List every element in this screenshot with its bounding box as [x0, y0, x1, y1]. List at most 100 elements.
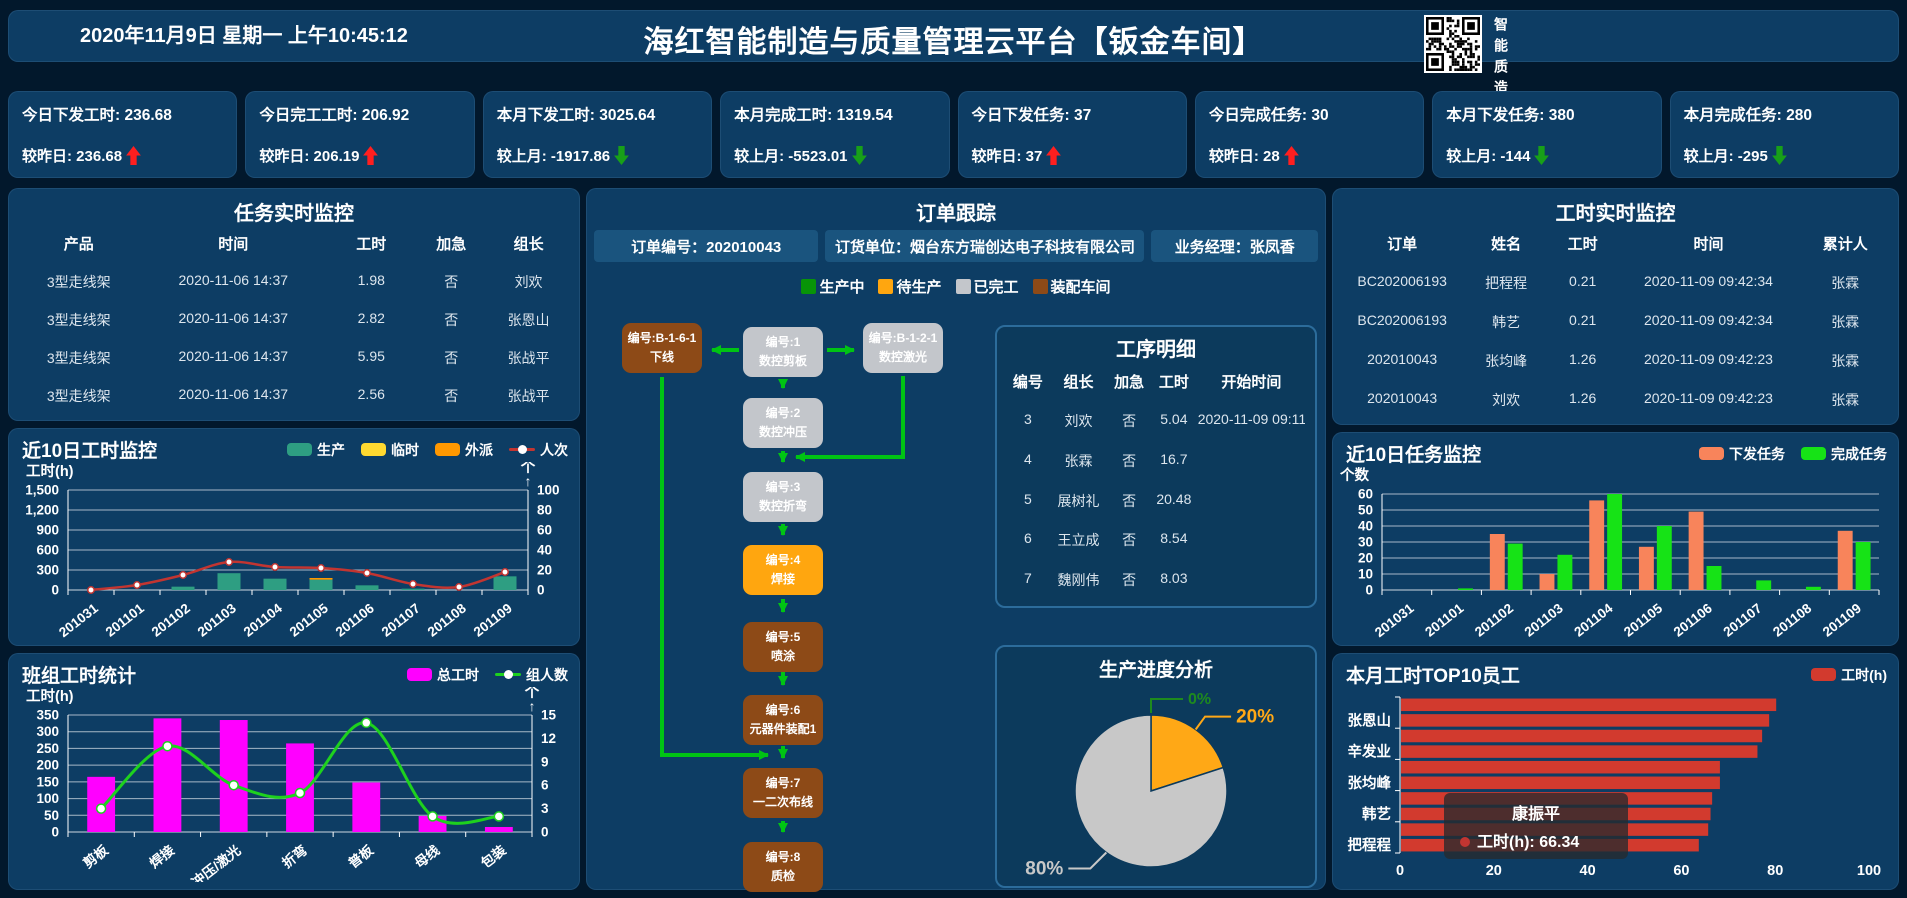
legend-item: 生产中 — [801, 276, 864, 297]
svg-text:40: 40 — [1358, 519, 1373, 534]
legend-item: 人次 — [509, 440, 568, 460]
legend-item: 工时(h) — [1811, 665, 1887, 685]
panel-title: 工序明细 — [997, 333, 1315, 362]
svg-text:20: 20 — [1486, 863, 1502, 879]
legend-item: 组人数 — [495, 665, 568, 685]
svg-text:350: 350 — [36, 708, 59, 723]
svg-text:201101: 201101 — [103, 600, 148, 638]
table-row: 3刘欢否5.042020-11-09 09:11 — [1007, 411, 1305, 431]
svg-text:↑: ↑ — [529, 698, 536, 714]
svg-text:80: 80 — [537, 503, 552, 518]
qr-code — [1424, 15, 1482, 73]
svg-text:20: 20 — [537, 563, 552, 578]
hours10-chart[interactable]: 03006009001,2001,50002040608010020103120… — [12, 462, 576, 638]
kpi-value: 本月下发任务: 380 — [1446, 103, 1647, 125]
svg-text:201106: 201106 — [1671, 600, 1716, 638]
chart-tooltip: 康振平 工时(h): 66.34 — [1444, 793, 1628, 859]
legend-item: 装配车间 — [1033, 276, 1111, 297]
kpi-card: 本月下发工时: 3025.64 较上月: -1917.86 — [483, 91, 712, 178]
svg-text:201031: 201031 — [1372, 600, 1417, 638]
dashboard-root: 2020年11月9日 星期一 上午10:45:12 海红智能制造与质量管理云平台… — [0, 0, 1907, 898]
legend-item: 外派 — [435, 440, 493, 460]
table-row: 4张霖否16.7 — [1007, 451, 1305, 471]
panel-hours-monitor: 工时实时监控 订单姓名工时时间累计人BC202006193把程程0.212020… — [1332, 188, 1899, 425]
svg-text:60: 60 — [1673, 863, 1689, 879]
qr-area: 智能质造 — [1424, 15, 1511, 101]
svg-text:普板: 普板 — [345, 841, 377, 871]
chart-title: 班组工时统计 — [22, 661, 136, 688]
svg-text:201109: 201109 — [1820, 601, 1864, 638]
tasks10-chart[interactable]: 0102030405060201031201101201102201103201… — [1336, 466, 1895, 638]
chart-legend: 下发任务完成任务 — [1699, 444, 1887, 464]
kpi-card: 今日下发任务: 37 较昨日: 37 — [958, 91, 1187, 178]
kpi-card: 本月完成任务: 280 较上月: -295 — [1670, 91, 1899, 178]
flow-node: 编号:B-1-6-1下线 — [622, 323, 702, 373]
svg-text:张均峰: 张均峰 — [1348, 774, 1392, 792]
table-row: 3型走线架2020-11-06 14:375.95否张战平 — [18, 348, 570, 368]
table-row: 3型走线架2020-11-06 14:372.82否张恩山 — [18, 310, 570, 330]
tooltip-value: 工时(h): 66.34 — [1460, 828, 1612, 852]
panel-order-tracking: 订单跟踪 订单编号：202010043 订货单位：烟台东方瑞创达电子科技有限公司… — [586, 188, 1326, 890]
svg-text:20%: 20% — [1236, 707, 1274, 728]
table-row: 订单姓名工时时间累计人 — [1342, 233, 1889, 254]
table-row: 3型走线架2020-11-06 14:371.98否刘欢 — [18, 272, 570, 292]
team-chart[interactable]: 05010015020025030035003691215剪板焊接冲压/激光折弯… — [12, 687, 576, 882]
progress-pie-chart[interactable]: 0%20%80% — [1001, 683, 1311, 883]
svg-text:个数: 个数 — [1339, 466, 1369, 484]
svg-text:600: 600 — [36, 543, 59, 558]
panel-hours10-chart: 近10日工时监控 生产临时外派人次 03006009001,2001,50002… — [8, 428, 580, 646]
chart-title: 生产进度分析 — [997, 655, 1315, 682]
kpi-card: 今日完工工时: 206.92 较昨日: 206.19 — [245, 91, 474, 178]
svg-text:30: 30 — [1358, 535, 1373, 550]
table-row: BC202006193韩艺0.212020-11-09 09:42:34张霖 — [1342, 312, 1889, 332]
flow-node: 编号:6元器件装配1 — [743, 695, 823, 745]
svg-text:201103: 201103 — [195, 600, 240, 638]
flow-node: 编号:2数控冲压 — [743, 398, 823, 448]
svg-text:1,200: 1,200 — [25, 503, 59, 518]
svg-text:201104: 201104 — [1571, 600, 1616, 638]
flow-node: 编号:1数控剪板 — [743, 327, 823, 377]
hours-monitor-table: 订单姓名工时时间累计人 BC202006193把程程0.212020-11-09 … — [1342, 224, 1889, 419]
panel-team-chart: 班组工时统计 总工时组人数 05010015020025030035003691… — [8, 653, 580, 890]
svg-text:韩艺: 韩艺 — [1362, 805, 1391, 823]
svg-text:0: 0 — [51, 825, 59, 840]
svg-text:剪板: 剪板 — [80, 841, 112, 871]
chart-title: 近10日工时监控 — [22, 436, 157, 463]
panel-progress-pie: 生产进度分析 0%20%80% — [995, 645, 1317, 888]
panel-top10-chart: 本月工时TOP10员工 工时(h) 张恩山辛发业张均峰韩艺把程程02040608… — [1332, 653, 1899, 890]
table-row: 202010043刘欢1.262020-11-09 09:42:23张霖 — [1342, 390, 1889, 410]
svg-text:张恩山: 张恩山 — [1348, 712, 1392, 729]
process-flowchart: 编号:B-1-6-1下线编号:1数控剪板编号:B-1-2-1数控激光编号:2数控… — [600, 300, 1000, 886]
order-customer: 订货单位：烟台东方瑞创达电子科技有限公司 — [825, 230, 1144, 262]
table-row: 3型走线架2020-11-06 14:372.56否张战平 — [18, 386, 570, 406]
svg-text:1,500: 1,500 — [25, 483, 59, 498]
svg-text:9: 9 — [541, 754, 549, 769]
svg-text:201103: 201103 — [1522, 600, 1567, 638]
flow-node: 编号:B-1-2-1数控激光 — [863, 323, 943, 373]
svg-text:40: 40 — [1580, 863, 1596, 879]
chart-title: 本月工时TOP10员工 — [1346, 661, 1520, 688]
order-info-bar: 订单编号：202010043 订货单位：烟台东方瑞创达电子科技有限公司 业务经理… — [594, 230, 1318, 262]
table-row: 编号组长加急工时开始时间 — [1007, 371, 1305, 392]
svg-text:100: 100 — [36, 791, 59, 806]
svg-text:6: 6 — [541, 778, 549, 793]
table-row: 7魏刚伟否8.03 — [1007, 570, 1305, 590]
kpi-card: 今日下发工时: 236.68 较昨日: 236.68 — [8, 91, 237, 178]
flow-node: 编号:7一二次布线 — [743, 768, 823, 818]
legend-item: 已完工 — [956, 276, 1019, 297]
svg-text:把程程: 把程程 — [1348, 836, 1392, 854]
kpi-value: 本月完成工时: 1319.54 — [734, 103, 935, 125]
svg-text:100: 100 — [537, 483, 560, 498]
svg-text:0: 0 — [537, 583, 545, 598]
panel-title: 任务实时监控 — [8, 197, 580, 226]
table-row: BC202006193把程程0.212020-11-09 09:42:34张霖 — [1342, 273, 1889, 293]
svg-text:15: 15 — [541, 708, 557, 723]
svg-text:100: 100 — [1857, 863, 1881, 879]
svg-text:80%: 80% — [1025, 858, 1063, 879]
order-manager: 业务经理：张凤香 — [1151, 230, 1318, 262]
kpi-value: 今日下发任务: 37 — [972, 103, 1173, 125]
svg-text:0: 0 — [51, 583, 59, 598]
svg-text:201108: 201108 — [425, 600, 470, 638]
kpi-compare: 较昨日: 206.19 — [259, 145, 460, 166]
svg-text:50: 50 — [1358, 503, 1373, 518]
